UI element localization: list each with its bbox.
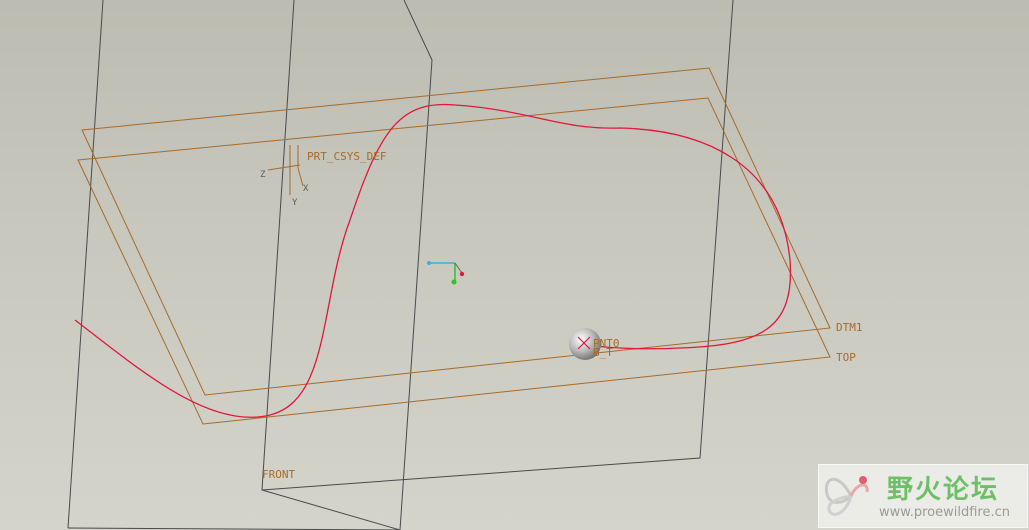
csys-y-label: Y [292,198,298,208]
watermark-title: 野火论坛 [887,475,1000,505]
pnt0-sub-label: B_T [593,346,613,359]
top-datum-plane[interactable] [77,97,831,425]
dtm1-label: DTM1 [836,321,863,334]
csys-x-label: X [303,184,309,194]
watermark-url: www.proewildfire.cn [879,505,1010,520]
front-label: FRONT [262,468,295,481]
front-datum-plane[interactable] [67,0,734,530]
csys-prt-csys-def[interactable] [267,145,304,195]
csys-z-label: Z [260,170,266,180]
graphics-viewport[interactable]: Z X Y PRT_CSYS_DEF PNT0 B_T DTM1 TOP FRO… [0,0,1029,530]
butterfly-logo-icon [824,476,869,516]
dtm1-datum-plane[interactable] [81,67,831,396]
forum-watermark: 野火论坛 www.proewildfire.cn [818,464,1028,528]
csys-label: PRT_CSYS_DEF [307,150,386,163]
spin-center-icon [427,261,465,285]
top-label: TOP [836,351,856,364]
